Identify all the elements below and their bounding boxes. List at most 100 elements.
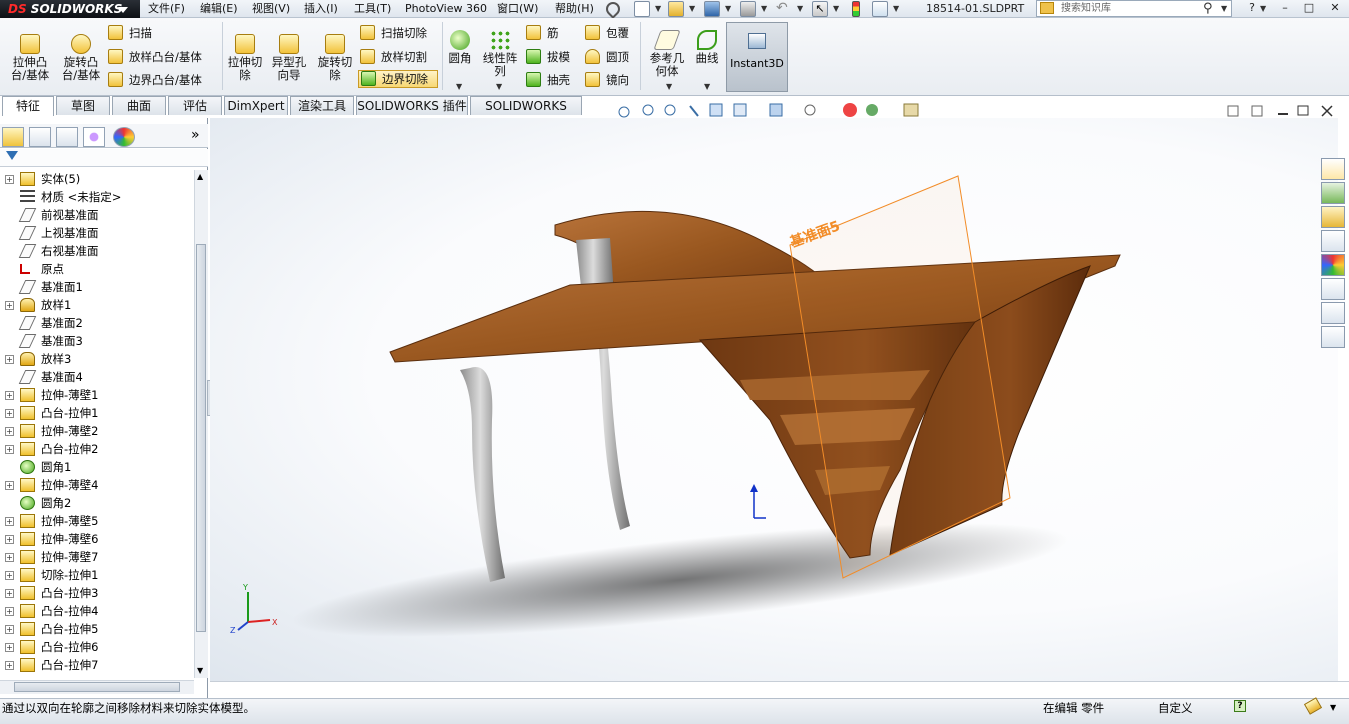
- solidworks-forum-icon[interactable]: [1321, 302, 1345, 324]
- previous-view-icon[interactable]: [618, 106, 630, 118]
- tile-window-icon[interactable]: [1251, 105, 1263, 117]
- print-dropdown-icon[interactable]: ▼: [761, 0, 767, 18]
- search-dropdown-icon[interactable]: ▼: [1221, 0, 1227, 18]
- help-dropdown-icon[interactable]: ▼: [1260, 0, 1266, 18]
- menu-edit[interactable]: 编辑(E): [200, 0, 238, 18]
- curves-dropdown-icon[interactable]: ▼: [704, 78, 710, 96]
- instant3d-button[interactable]: Instant3D: [726, 22, 788, 92]
- menu-photoview[interactable]: PhotoView 360: [405, 0, 487, 18]
- rebuild-traffic-light-icon[interactable]: [852, 1, 860, 17]
- revolve-cut-button[interactable]: 旋转切 除: [314, 34, 356, 82]
- tab-surfaces[interactable]: 曲面: [112, 96, 166, 115]
- select-arrow-icon[interactable]: ↖: [812, 1, 828, 17]
- swept-cut-button[interactable]: 扫描切除: [360, 25, 427, 43]
- mirror-button[interactable]: 镜向: [585, 72, 629, 90]
- split-window-icon[interactable]: [1227, 105, 1239, 117]
- close-button[interactable]: ✕: [1324, 0, 1346, 16]
- rib-button[interactable]: 筋: [526, 25, 559, 43]
- expand-toggle-icon[interactable]: +: [5, 517, 14, 526]
- view-triad[interactable]: [237, 592, 271, 631]
- menu-window[interactable]: 窗口(W): [497, 0, 538, 18]
- open-folder-icon[interactable]: [668, 1, 684, 17]
- sweep-button[interactable]: 扫描: [108, 25, 152, 43]
- expand-toggle-icon[interactable]: +: [5, 301, 14, 310]
- menu-file[interactable]: 文件(F): [148, 0, 185, 18]
- dome-button[interactable]: 圆顶: [585, 49, 629, 67]
- help-status-icon[interactable]: ?: [1234, 700, 1246, 712]
- revolve-boss-button[interactable]: 旋转凸 台/基体: [58, 34, 104, 82]
- viewport-close-icon[interactable]: [1321, 105, 1333, 117]
- expand-toggle-icon[interactable]: +: [5, 409, 14, 418]
- menu-insert[interactable]: 插入(I): [304, 0, 338, 18]
- solidworks-resources-icon[interactable]: [1321, 158, 1345, 180]
- property-manager-icon[interactable]: [29, 127, 51, 147]
- feature-manager-icon[interactable]: [2, 127, 24, 147]
- loft-boss-button[interactable]: 放样凸台/基体: [108, 49, 202, 67]
- save-icon[interactable]: [704, 1, 720, 17]
- scroll-up-arrow-icon[interactable]: ▲: [197, 172, 203, 181]
- expand-toggle-icon[interactable]: +: [5, 607, 14, 616]
- ref-geometry-dropdown-icon[interactable]: ▼: [666, 78, 672, 96]
- zoom-to-fit-icon[interactable]: [642, 104, 654, 116]
- search-icon[interactable]: ⚲: [1203, 0, 1213, 17]
- expand-toggle-icon[interactable]: +: [5, 589, 14, 598]
- filter-icon[interactable]: [6, 151, 18, 160]
- undo-dropdown-icon[interactable]: ▼: [797, 0, 803, 18]
- new-document-icon[interactable]: [634, 1, 650, 17]
- tab-sketch[interactable]: 草图: [56, 96, 110, 115]
- expand-toggle-icon[interactable]: +: [5, 481, 14, 490]
- expand-toggle-icon[interactable]: +: [5, 427, 14, 436]
- view-orientation-icon[interactable]: [733, 103, 747, 117]
- hole-wizard-button[interactable]: 异型孔 向导: [266, 34, 312, 82]
- display-manager-icon[interactable]: [113, 127, 135, 147]
- status-units[interactable]: 自定义: [1158, 700, 1193, 716]
- edit-appearance-icon[interactable]: [843, 103, 857, 117]
- lofted-cut-button[interactable]: 放样切割: [360, 49, 427, 67]
- appearances-icon[interactable]: [1321, 254, 1345, 276]
- dynamic-annotation-icon[interactable]: [709, 103, 723, 117]
- pattern-dropdown-icon[interactable]: ▼: [496, 78, 502, 96]
- options-dropdown-icon[interactable]: ▼: [893, 0, 899, 18]
- expand-toggle-icon[interactable]: +: [5, 535, 14, 544]
- zoom-to-area-icon[interactable]: [664, 104, 676, 116]
- viewport-restore-icon[interactable]: [1297, 105, 1309, 116]
- minimize-button[interactable]: –: [1274, 0, 1296, 16]
- menu-help[interactable]: 帮助(H): [555, 0, 594, 18]
- print-icon[interactable]: [740, 1, 756, 17]
- expand-toggle-icon[interactable]: +: [5, 175, 14, 184]
- tree-scroll-thumb[interactable]: [196, 244, 206, 632]
- section-view-icon[interactable]: [689, 105, 699, 117]
- expand-toggle-icon[interactable]: +: [5, 445, 14, 454]
- hide-show-items-icon[interactable]: [804, 104, 816, 116]
- extrude-cut-button[interactable]: 拉伸切 除: [226, 34, 264, 82]
- panel-expand-chevron-icon[interactable]: »: [191, 127, 200, 143]
- boundary-boss-button[interactable]: 边界凸台/基体: [108, 72, 202, 90]
- view-settings-icon[interactable]: [903, 103, 919, 117]
- display-style-icon[interactable]: [769, 103, 783, 117]
- expand-toggle-icon[interactable]: +: [5, 571, 14, 580]
- configuration-manager-icon[interactable]: [56, 127, 78, 147]
- open-dropdown-icon[interactable]: ▼: [689, 0, 695, 18]
- expand-toggle-icon[interactable]: +: [5, 625, 14, 634]
- curves-button[interactable]: 曲线: [692, 30, 722, 65]
- save-dropdown-icon[interactable]: ▼: [725, 0, 731, 18]
- wrap-button[interactable]: 包覆: [585, 25, 629, 43]
- file-properties-icon[interactable]: [872, 1, 888, 17]
- linear-pattern-button[interactable]: 线性阵 列: [480, 30, 520, 78]
- boundary-cut-button[interactable]: 边界切除: [358, 70, 438, 88]
- tree-hscroll-thumb[interactable]: [14, 682, 180, 692]
- select-dropdown-icon[interactable]: ▼: [833, 0, 839, 18]
- shell-button[interactable]: 抽壳: [526, 72, 570, 90]
- file-explorer-icon[interactable]: [1321, 206, 1345, 228]
- design-library-icon[interactable]: [1321, 182, 1345, 204]
- status-dropdown-icon[interactable]: ▼: [1330, 703, 1336, 712]
- tab-features[interactable]: 特征: [2, 96, 54, 116]
- restore-button[interactable]: □: [1298, 0, 1320, 16]
- extrude-boss-button[interactable]: 拉伸凸 台/基体: [6, 34, 54, 82]
- reference-geometry-button[interactable]: 参考几 何体: [646, 30, 688, 78]
- fillet-button[interactable]: 圆角: [446, 30, 474, 65]
- new-dropdown-icon[interactable]: ▼: [655, 0, 661, 18]
- draft-button[interactable]: 拔模: [526, 49, 570, 67]
- custom-properties-icon[interactable]: [1321, 278, 1345, 300]
- expand-toggle-icon[interactable]: +: [5, 355, 14, 364]
